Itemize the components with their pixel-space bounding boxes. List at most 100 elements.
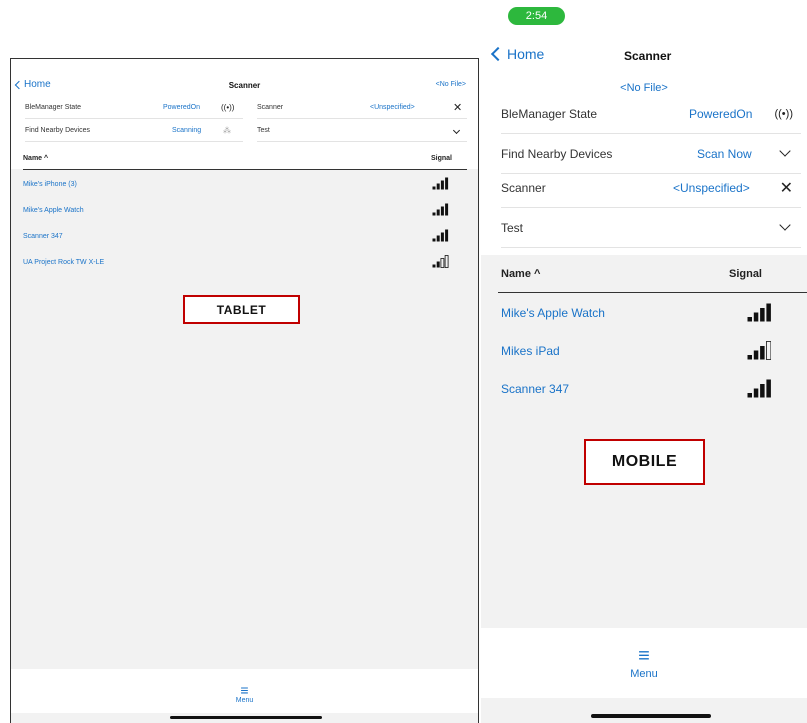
- ble-state-row: BleManager State PoweredOn ((•)): [501, 94, 801, 134]
- signal-column-header: Signal: [728, 267, 762, 280]
- signal-bar: [445, 177, 449, 190]
- ble-state-label: BleManager State: [25, 104, 82, 111]
- signal-icon: [747, 303, 771, 325]
- signal-bar: [766, 379, 771, 398]
- chevron-down-icon[interactable]: [779, 219, 791, 231]
- ble-state-row: BleManager State PoweredOn ((•)): [25, 97, 243, 119]
- device-name: Mikes iPad: [501, 344, 560, 358]
- page-title: Scanner: [228, 81, 261, 90]
- broadcast-icon[interactable]: ((•)): [221, 103, 234, 112]
- page-title: Scanner: [624, 49, 672, 63]
- device-list: Mike's iPhone (3) Mike's Apple Watch Sca…: [23, 171, 467, 275]
- mobile-menu-bar: ≡ Menu: [481, 628, 807, 698]
- signal-bar: [753, 312, 758, 322]
- scanning-status: Scanning: [172, 127, 202, 134]
- signal-bar: [445, 229, 449, 242]
- name-column-header[interactable]: Name ^: [501, 268, 540, 280]
- signal-bar: [759, 308, 765, 322]
- signal-bar: [437, 183, 441, 190]
- signal-bar: [765, 341, 771, 360]
- list-item[interactable]: Mike's Apple Watch: [23, 197, 467, 223]
- file-link[interactable]: <No File>: [481, 82, 807, 94]
- scanner-label: Scanner: [501, 180, 546, 195]
- device-name: Scanner 347: [23, 232, 63, 240]
- find-devices-row: Find Nearby Devices Scanning ⁂: [25, 120, 243, 142]
- scanner-value[interactable]: <Unspecified>: [673, 181, 750, 195]
- device-name: Scanner 347: [501, 382, 570, 396]
- ble-state-value: PoweredOn: [689, 106, 753, 121]
- device-list: Mike's Apple Watch Mikes iPad Scanner 34…: [501, 294, 807, 408]
- chevron-down-icon[interactable]: [779, 145, 791, 157]
- signal-icon: [747, 341, 771, 363]
- list-item[interactable]: Mike's Apple Watch: [501, 294, 807, 332]
- signal-bar: [440, 258, 445, 268]
- device-table-header: Name ^ Signal: [498, 255, 807, 293]
- signal-bar: [441, 232, 445, 242]
- home-indicator[interactable]: [591, 714, 711, 718]
- signal-bar: [437, 235, 441, 242]
- signal-icon: [432, 177, 449, 192]
- file-link[interactable]: <No File>: [436, 81, 466, 88]
- menu-label: Menu: [630, 668, 658, 680]
- scanner-label: Scanner: [257, 104, 284, 111]
- broadcast-icon[interactable]: ((•)): [774, 108, 793, 120]
- scanner-row: Scanner <Unspecified> ✕: [501, 168, 801, 208]
- signal-icon: [432, 203, 449, 218]
- tablet-screen: Home Scanner <No File> BleManager State …: [10, 58, 479, 723]
- signal-icon: [432, 255, 449, 270]
- mobile-badge: MOBILE: [584, 439, 705, 485]
- test-row[interactable]: Test: [501, 208, 801, 248]
- list-item[interactable]: Mike's iPhone (3): [23, 171, 467, 197]
- close-icon[interactable]: ✕: [453, 101, 462, 114]
- menu-label: Menu: [235, 697, 254, 704]
- close-icon[interactable]: ✕: [780, 178, 793, 198]
- mobile-back-button[interactable]: Home: [488, 46, 544, 62]
- ble-state-value: PoweredOn: [163, 104, 200, 111]
- list-item[interactable]: Scanner 347: [501, 370, 807, 408]
- signal-bar: [766, 303, 771, 322]
- tablet-menu-bar: ≡ Menu: [11, 669, 478, 713]
- chevron-down-icon[interactable]: [452, 126, 461, 135]
- menu-icon: ≡: [240, 682, 249, 698]
- find-devices-label: Find Nearby Devices: [501, 146, 613, 161]
- signal-icon: [747, 379, 771, 401]
- test-label: Test: [501, 220, 524, 235]
- signal-bar: [445, 203, 449, 216]
- list-item[interactable]: Mikes iPad: [501, 332, 807, 370]
- menu-button[interactable]: ≡ Menu: [11, 683, 478, 704]
- find-devices-label: Find Nearby Devices: [25, 127, 90, 134]
- list-item[interactable]: Scanner 347: [23, 223, 467, 249]
- chevron-left-icon: [490, 46, 506, 62]
- tablet-nav-bar: Home Scanner <No File>: [11, 73, 478, 97]
- menu-icon: ≡: [638, 645, 650, 667]
- signal-bar: [747, 317, 752, 322]
- signal-bar: [441, 180, 445, 190]
- device-name: Mike's iPhone (3): [23, 180, 77, 188]
- status-time: 2:54: [508, 7, 565, 25]
- scanner-row: Scanner <Unspecified> ✕: [257, 97, 467, 119]
- signal-bar: [432, 264, 436, 268]
- tablet-badge: TABLET: [183, 295, 300, 324]
- test-label: Test: [257, 127, 270, 134]
- scan-now-button[interactable]: Scan Now: [697, 147, 752, 161]
- signal-bar: [747, 355, 752, 360]
- home-indicator[interactable]: [170, 716, 322, 719]
- list-item[interactable]: UA Project Rock TW X-LE: [23, 249, 467, 275]
- signal-bar: [437, 261, 441, 268]
- scanner-value[interactable]: <Unspecified>: [370, 104, 415, 111]
- mobile-screen: 2:54 Home Scanner <No File> BleManager S…: [481, 0, 807, 723]
- signal-bar: [759, 384, 765, 398]
- signal-bar: [437, 209, 441, 216]
- signal-column-header: Signal: [430, 155, 452, 162]
- signal-bar: [753, 388, 758, 398]
- signal-bar: [747, 393, 752, 398]
- back-label: Home: [507, 46, 545, 62]
- signal-bar: [445, 255, 449, 268]
- menu-button[interactable]: ≡ Menu: [481, 646, 807, 680]
- name-column-header[interactable]: Name ^: [23, 155, 48, 162]
- signal-bar: [432, 238, 436, 242]
- signal-bar: [753, 350, 758, 360]
- test-row[interactable]: Test: [257, 120, 467, 142]
- device-table-header: Name ^ Signal: [23, 148, 467, 170]
- device-name: UA Project Rock TW X-LE: [23, 258, 105, 266]
